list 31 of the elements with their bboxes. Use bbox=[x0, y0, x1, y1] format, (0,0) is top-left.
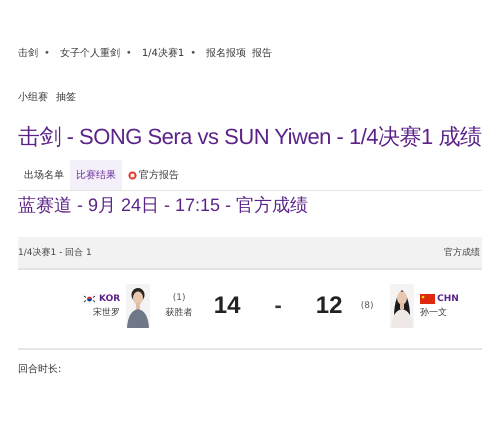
document-icon bbox=[128, 170, 137, 180]
country-code: CHN bbox=[437, 294, 459, 304]
nav-link[interactable]: 小组赛 bbox=[18, 90, 48, 104]
tab[interactable]: 比赛结果 bbox=[70, 160, 122, 190]
breadcrumb-link[interactable]: 报名报项 bbox=[206, 46, 246, 60]
score: 12 bbox=[314, 292, 344, 320]
tab[interactable]: 官方报告 bbox=[122, 160, 185, 190]
duration-label: 回合时长: bbox=[18, 348, 482, 376]
score: 14 bbox=[212, 292, 242, 320]
page-title: 击剑 - SONG Sera vs SUN Yiwen - 1/4决赛1 成绩 bbox=[18, 123, 482, 151]
breadcrumb-separator: • bbox=[190, 48, 196, 58]
country-code: KOR bbox=[99, 294, 120, 304]
score-separator: - bbox=[273, 296, 283, 316]
flag-icon bbox=[420, 294, 436, 304]
bout-label: 1/4决赛1 - 回合 1 bbox=[18, 246, 92, 259]
seed-number: (1) bbox=[172, 293, 186, 303]
flag-icon bbox=[82, 294, 97, 304]
breadcrumb-link[interactable]: 1/4决赛1 bbox=[142, 46, 184, 60]
breadcrumb-separator: • bbox=[126, 48, 132, 58]
section-title: 蓝赛道 - 9月 24日 - 17:15 - 官方成绩 bbox=[18, 190, 482, 217]
nav-link[interactable]: 抽签 bbox=[56, 90, 76, 104]
athlete-name: 孙一文 bbox=[420, 306, 448, 318]
seed-number: (8) bbox=[360, 301, 374, 311]
breadcrumb-link[interactable]: 报告 bbox=[252, 46, 272, 60]
athlete-name: 宋世罗 bbox=[93, 306, 120, 318]
winner-label: 获胜者 bbox=[166, 306, 193, 319]
breadcrumb-link[interactable]: 女子个人重剑 bbox=[60, 46, 120, 60]
status-label: 官方成绩 bbox=[444, 246, 480, 259]
tab[interactable]: 出场名单 bbox=[18, 160, 70, 190]
breadcrumb-separator: • bbox=[44, 48, 50, 58]
breadcrumb-link[interactable]: 击剑 bbox=[18, 46, 38, 60]
